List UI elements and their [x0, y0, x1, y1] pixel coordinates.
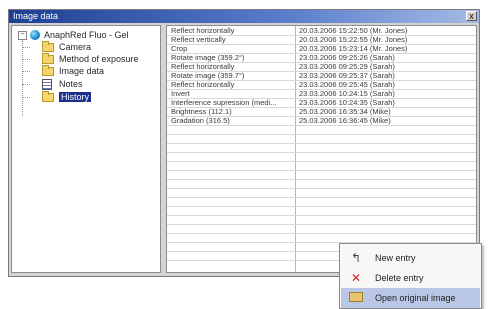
tree-pane: − AnaphRed Fluo - Gel Camera Method of e…	[11, 25, 161, 273]
table-row[interactable]: Interference supression (medi... 23.03.20…	[167, 99, 476, 108]
tree-item-history[interactable]: History	[42, 90, 92, 103]
empty-table-row[interactable]	[167, 216, 476, 225]
tree-root[interactable]: − AnaphRed Fluo - Gel	[18, 29, 129, 41]
empty-table-row[interactable]	[167, 207, 476, 216]
tree-connector	[22, 47, 30, 48]
history-list[interactable]: Reflect horizontally 20.03.2006 15:22:50 …	[166, 25, 477, 273]
empty-table-row[interactable]	[167, 144, 476, 153]
timestamp-cell: 20.03.2006 15:23:14 (Mr. Jones)	[299, 45, 408, 53]
timestamp-cell: 25.03.2006 16:36:45 (Mike)	[299, 117, 391, 125]
menu-item-delete-entry[interactable]: ✕ Delete entry	[341, 268, 480, 288]
table-row[interactable]: Reflect vertically 20.03.2006 15:22:55 (M…	[167, 36, 476, 45]
action-cell: Reflect horizontally	[171, 27, 235, 35]
context-menu: ↰ New entry ✕ Delete entry Open original…	[339, 243, 482, 309]
table-row[interactable]: Reflect horizontally 20.03.2006 15:22:50 …	[167, 27, 476, 36]
window-title: Image data	[13, 11, 59, 21]
tree-connector	[22, 59, 30, 60]
menu-item-label: Open original image	[375, 293, 456, 303]
empty-table-row[interactable]	[167, 135, 476, 144]
tree-item-image-data[interactable]: Image data	[42, 64, 105, 77]
menu-item-open-original-image[interactable]: Open original image	[341, 288, 480, 308]
empty-table-row[interactable]	[167, 171, 476, 180]
timestamp-cell: 20.03.2006 15:22:55 (Mr. Jones)	[299, 36, 408, 44]
image-data-window: Image data x − AnaphRed Fluo - Gel Camer…	[8, 9, 480, 277]
delete-icon: ✕	[350, 271, 362, 285]
folder-icon	[42, 52, 54, 64]
empty-table-row[interactable]	[167, 126, 476, 135]
window-titlebar[interactable]: Image data x	[9, 10, 479, 23]
notes-icon	[42, 78, 52, 90]
table-row[interactable]: Rotate image (359.7°) 23.03.2006 09:25:37…	[167, 72, 476, 81]
tree-item-label: Camera	[59, 42, 92, 52]
tree-item-label: Method of exposure	[59, 54, 139, 64]
table-row[interactable]: Reflect horizontally 23.03.2006 09:25:45 …	[167, 81, 476, 90]
timestamp-cell: 23.03.2006 09:25:26 (Sarah)	[299, 54, 395, 62]
timestamp-cell: 23.03.2006 09:25:29 (Sarah)	[299, 63, 395, 71]
timestamp-cell: 23.03.2006 09:25:37 (Sarah)	[299, 72, 395, 80]
action-cell: Rotate image (359.2°)	[171, 54, 245, 62]
table-row[interactable]: Invert 23.03.2006 10:24:15 (Sarah)	[167, 90, 476, 99]
action-cell: Invert	[171, 90, 190, 98]
empty-table-row[interactable]	[167, 180, 476, 189]
action-cell: Reflect vertically	[171, 36, 226, 44]
action-cell: Reflect horizontally	[171, 81, 235, 89]
tree-item-camera[interactable]: Camera	[42, 40, 92, 53]
tree-item-label: Notes	[59, 79, 83, 89]
menu-item-label: Delete entry	[375, 273, 424, 283]
empty-table-row[interactable]	[167, 162, 476, 171]
menu-item-new-entry[interactable]: ↰ New entry	[341, 248, 480, 268]
action-cell: Reflect horizontally	[171, 63, 235, 71]
table-row[interactable]: Reflect horizontally 23.03.2006 09:25:29 …	[167, 63, 476, 72]
empty-table-row[interactable]	[167, 153, 476, 162]
action-cell: Rotate image (359.7°)	[171, 72, 245, 80]
tree-item-method-of-exposure[interactable]: Method of exposure	[42, 52, 139, 65]
table-row[interactable]: Brightness (112.1) 25.03.2006 16:35:34 (M…	[167, 108, 476, 117]
tree-connector	[22, 84, 30, 85]
tree-connector	[22, 71, 30, 72]
table-row[interactable]: Crop 20.03.2006 15:23:14 (Mr. Jones)	[167, 45, 476, 54]
action-cell: Interference supression (medi...	[171, 99, 277, 107]
action-cell: Crop	[171, 45, 188, 53]
table-row[interactable]: Gradation (316.5) 25.03.2006 16:36:45 (Mi…	[167, 117, 476, 126]
tree-item-label: History	[59, 92, 92, 102]
tree-connector	[22, 40, 23, 116]
open-folder-icon	[345, 291, 367, 305]
tree-item-notes[interactable]: Notes	[42, 78, 83, 90]
empty-table-row[interactable]	[167, 189, 476, 198]
tree-root-label: AnaphRed Fluo - Gel	[44, 30, 129, 40]
empty-table-row[interactable]	[167, 198, 476, 207]
folder-icon	[42, 40, 54, 52]
new-entry-icon: ↰	[350, 251, 362, 265]
tree-item-label: Image data	[59, 66, 105, 76]
timestamp-cell: 23.03.2006 09:25:45 (Sarah)	[299, 81, 395, 89]
empty-table-row[interactable]	[167, 225, 476, 234]
timestamp-cell: 20.03.2006 15:22:50 (Mr. Jones)	[299, 27, 408, 35]
folder-icon	[42, 64, 54, 76]
timestamp-cell: 23.03.2006 10:24:35 (Sarah)	[299, 99, 395, 107]
close-button[interactable]: x	[466, 11, 477, 21]
tree-connector	[22, 97, 30, 98]
timestamp-cell: 23.03.2006 10:24:15 (Sarah)	[299, 90, 395, 98]
action-cell: Brightness (112.1)	[171, 108, 232, 116]
globe-icon	[30, 30, 40, 40]
action-cell: Gradation (316.5)	[171, 117, 230, 125]
table-row[interactable]: Rotate image (359.2°) 23.03.2006 09:25:26…	[167, 54, 476, 63]
empty-table-row[interactable]	[167, 234, 476, 243]
folder-icon	[42, 90, 54, 102]
collapse-toggle[interactable]: −	[18, 30, 27, 40]
timestamp-cell: 25.03.2006 16:35:34 (Mike)	[299, 108, 391, 116]
menu-item-label: New entry	[375, 253, 416, 263]
